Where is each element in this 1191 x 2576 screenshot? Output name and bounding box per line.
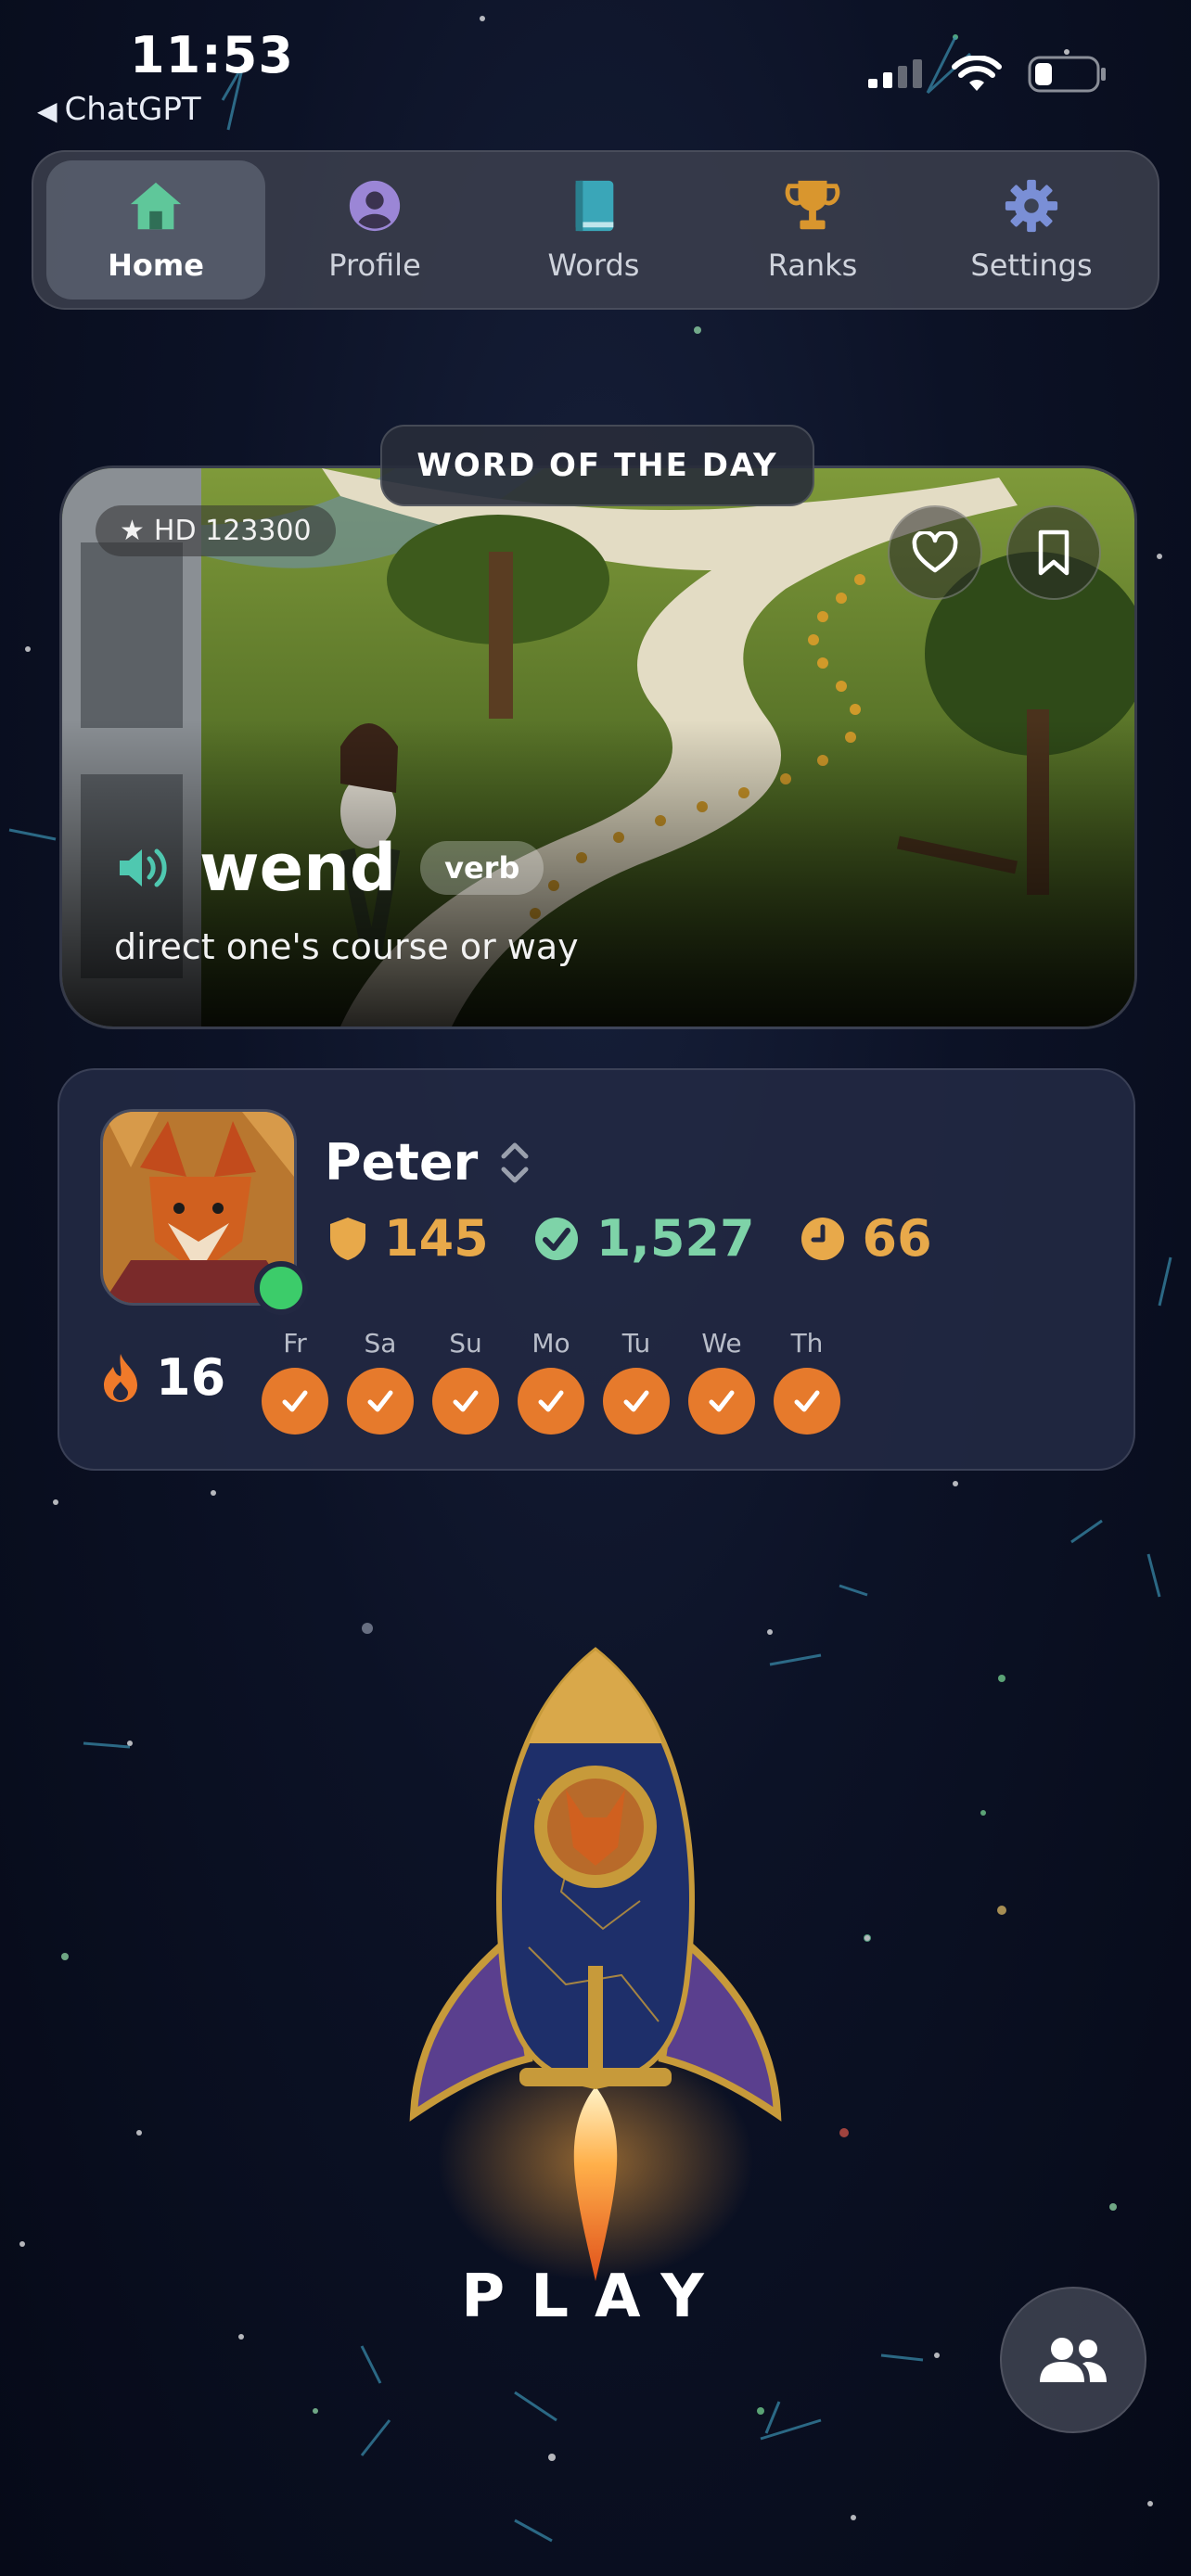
profile-icon bbox=[349, 180, 401, 232]
friends-button[interactable] bbox=[1000, 2287, 1146, 2433]
streak-counter: 16 bbox=[100, 1348, 225, 1407]
nav-item-settings[interactable]: Settings bbox=[922, 160, 1141, 300]
rocket-play-button[interactable] bbox=[399, 1632, 792, 2300]
checkmark-icon bbox=[432, 1368, 499, 1435]
favorite-button[interactable] bbox=[888, 505, 982, 600]
back-arrow-icon: ◀ bbox=[37, 96, 58, 126]
player-name: Peter bbox=[325, 1133, 479, 1192]
streak-day: Sa bbox=[347, 1328, 414, 1435]
nav-item-profile[interactable]: Profile bbox=[265, 160, 484, 300]
nav-label-words: Words bbox=[547, 248, 640, 283]
stat-time-value: 66 bbox=[862, 1209, 932, 1268]
main-nav-bar: Home Profile Words Ranks Settings bbox=[32, 150, 1159, 310]
stat-shields: 145 bbox=[328, 1209, 489, 1268]
part-of-speech-pill: verb bbox=[420, 841, 544, 895]
streak-day: Tu bbox=[603, 1328, 670, 1435]
word-of-the-day-card[interactable]: ★ HD 123300 wend verb direct one's course… bbox=[59, 465, 1137, 1029]
checkmark-icon bbox=[347, 1368, 414, 1435]
word-title: wend bbox=[199, 830, 397, 906]
day-label: Tu bbox=[621, 1328, 651, 1358]
streak-day: Fr bbox=[262, 1328, 328, 1435]
stat-correct: 1,527 bbox=[533, 1209, 755, 1268]
checkmark-icon bbox=[518, 1368, 584, 1435]
streak-day: Su bbox=[432, 1328, 499, 1435]
day-label: Su bbox=[449, 1328, 482, 1358]
bookmark-button[interactable] bbox=[1006, 505, 1101, 600]
back-to-app-link[interactable]: ◀ ChatGPT bbox=[37, 91, 201, 128]
day-label: Fr bbox=[283, 1328, 307, 1358]
trophy-icon bbox=[785, 180, 840, 230]
nav-label-ranks: Ranks bbox=[767, 248, 858, 283]
check-circle-icon bbox=[534, 1217, 578, 1260]
day-label: Mo bbox=[531, 1328, 570, 1358]
word-of-the-day-badge: WORD OF THE DAY bbox=[380, 425, 814, 506]
nav-label-settings: Settings bbox=[970, 248, 1093, 283]
shield-icon bbox=[330, 1217, 365, 1260]
stat-correct-value: 1,527 bbox=[596, 1209, 755, 1268]
nav-item-ranks[interactable]: Ranks bbox=[703, 160, 922, 300]
flame-icon bbox=[104, 1353, 137, 1402]
gear-icon bbox=[1005, 179, 1058, 233]
player-profile-card[interactable]: Peter 145 1,527 66 16 Fr Sa Su Mo Tu We … bbox=[58, 1068, 1135, 1471]
home-icon bbox=[130, 182, 182, 230]
day-label: We bbox=[701, 1328, 742, 1358]
heart-icon bbox=[912, 531, 958, 573]
day-label: Th bbox=[790, 1328, 824, 1358]
cellular-signal-icon bbox=[868, 59, 922, 88]
stat-time: 66 bbox=[800, 1209, 932, 1268]
online-status-indicator bbox=[254, 1261, 308, 1315]
checkmark-icon bbox=[603, 1368, 670, 1435]
player-name-switcher[interactable]: Peter bbox=[325, 1133, 531, 1192]
bookmark-icon bbox=[1038, 529, 1069, 576]
nav-item-home[interactable]: Home bbox=[46, 160, 265, 300]
player-stats: 145 1,527 66 bbox=[328, 1209, 932, 1268]
nav-label-home: Home bbox=[108, 248, 204, 283]
stat-shields-value: 145 bbox=[384, 1209, 489, 1268]
clock-icon bbox=[800, 1217, 844, 1260]
streak-value: 16 bbox=[156, 1348, 226, 1407]
word-row: wend verb bbox=[118, 830, 544, 906]
streak-day: Mo bbox=[518, 1328, 584, 1435]
day-label: Sa bbox=[364, 1328, 397, 1358]
word-definition: direct one's course or way bbox=[114, 926, 579, 967]
wifi-icon bbox=[952, 56, 1002, 91]
system-indicators bbox=[866, 56, 1108, 93]
hd-star-pill: ★ HD 123300 bbox=[96, 505, 336, 556]
chevron-updown-icon bbox=[501, 1142, 529, 1182]
checkmark-icon bbox=[774, 1368, 840, 1435]
weekly-streak: Fr Sa Su Mo Tu We Th bbox=[262, 1328, 840, 1435]
status-bar: 11:53 ◀ ChatGPT bbox=[0, 0, 1191, 139]
star-icon: ★ bbox=[120, 515, 145, 547]
streak-day: We bbox=[688, 1328, 755, 1435]
book-icon bbox=[575, 180, 614, 232]
streak-day: Th bbox=[774, 1328, 840, 1435]
hd-label: HD 123300 bbox=[153, 515, 312, 547]
checkmark-icon bbox=[688, 1368, 755, 1435]
people-icon bbox=[1040, 2338, 1107, 2382]
status-time: 11:53 bbox=[130, 26, 294, 84]
back-app-label: ChatGPT bbox=[64, 91, 201, 128]
battery-icon bbox=[1028, 56, 1106, 93]
speaker-icon[interactable] bbox=[118, 846, 175, 890]
checkmark-icon bbox=[262, 1368, 328, 1435]
nav-label-profile: Profile bbox=[328, 248, 421, 283]
nav-item-words[interactable]: Words bbox=[484, 160, 703, 300]
